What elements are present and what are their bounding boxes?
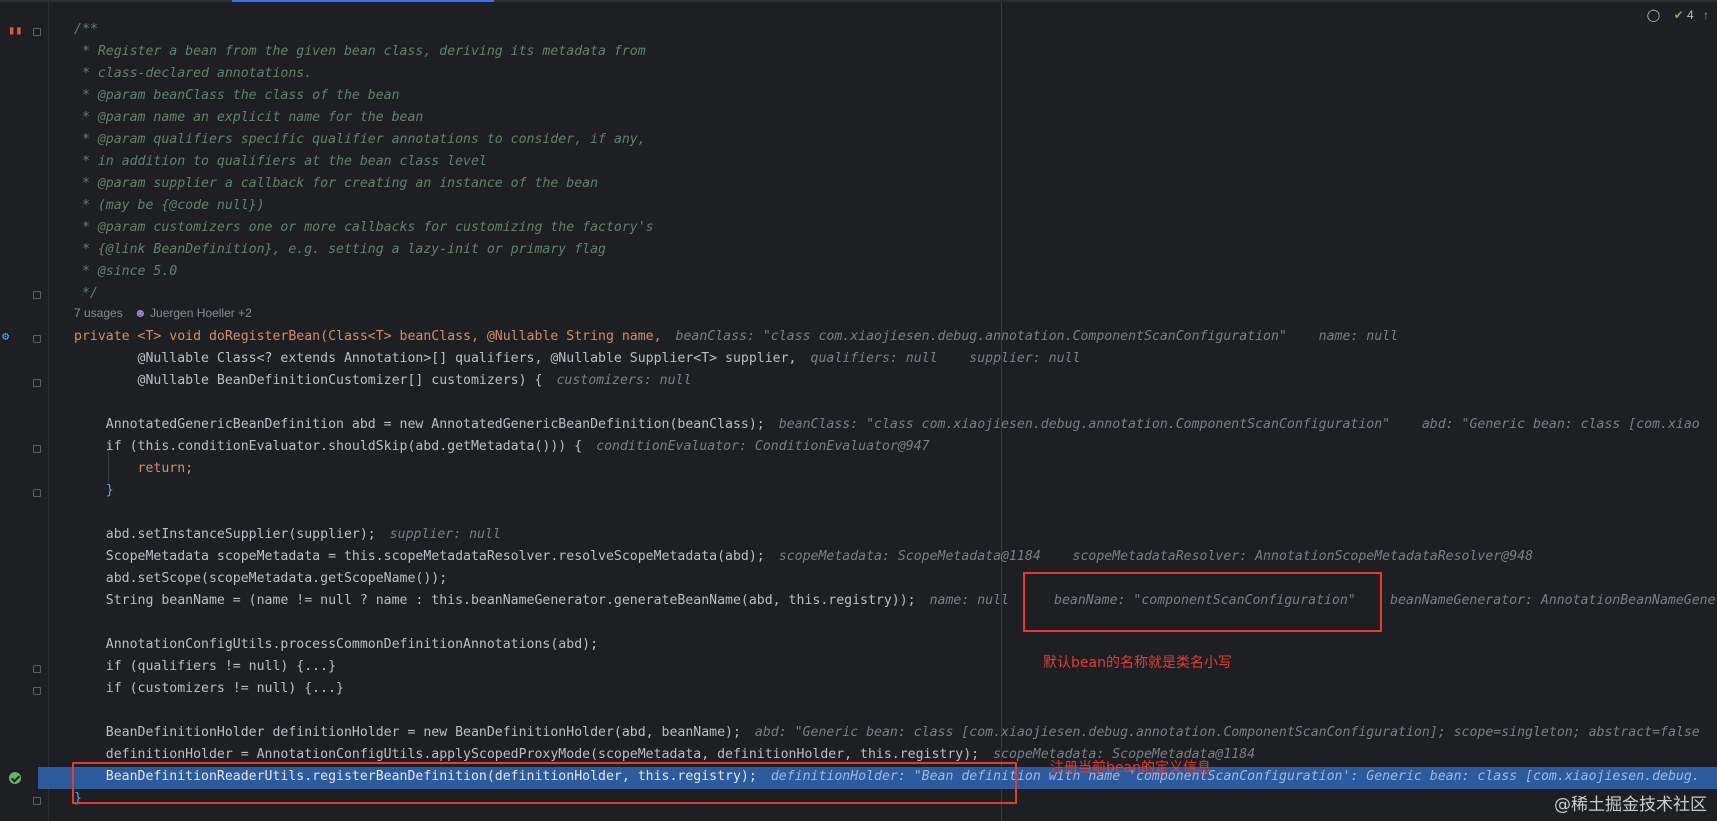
code-line[interactable]: if (qualifiers != null) {...}: [74, 656, 336, 678]
doc-comment-line: * {@link BeanDefinition}, e.g. setting a…: [74, 242, 606, 257]
editor-tab-bar: [0, 0, 1717, 2]
fold-marker[interactable]: [33, 665, 41, 673]
code-line[interactable]: ScopeMetadata scopeMetadata = this.scope…: [74, 546, 1533, 568]
code-line[interactable]: if (customizers != null) {...}: [74, 678, 344, 700]
code-text: AnnotatedGenericBeanDefinition abd = new…: [74, 417, 765, 432]
doc-comment-line: */: [74, 286, 98, 301]
code-text: String beanName = (name != null ? name :…: [74, 593, 916, 608]
code-line[interactable]: BeanDefinitionHolder definitionHolder = …: [74, 722, 1700, 744]
inline-debug-value: name: null: [929, 593, 1009, 608]
code-text: ScopeMetadata scopeMetadata = this.scope…: [74, 549, 765, 564]
editor-gutter[interactable]: [0, 2, 49, 821]
fold-marker[interactable]: [33, 335, 41, 343]
inspections-count: 4: [1686, 8, 1694, 22]
code-line[interactable]: if (this.conditionEvaluator.shouldSkip(a…: [74, 436, 930, 458]
doc-comment-line: * class-declared annotations.: [74, 66, 313, 81]
code-text: definitionHolder = AnnotationConfigUtils…: [74, 747, 980, 762]
doc-comment-line: * @param qualifiers specific qualifier a…: [74, 132, 646, 147]
arrow-up-icon[interactable]: ↑: [1703, 8, 1709, 22]
doc-comment-line: * @param supplier a callback for creatin…: [74, 176, 599, 191]
code-line[interactable]: AnnotationConfigUtils.processCommonDefin…: [74, 634, 598, 656]
authors-icon: ☻: [134, 306, 147, 320]
fold-marker[interactable]: [33, 489, 41, 497]
code-vision-hint[interactable]: 7 usages ☻ Juergen Hoeller +2: [74, 306, 252, 320]
code-line[interactable]: @Nullable Class<? extends Annotation>[] …: [74, 348, 1081, 370]
code-line[interactable]: abd.setInstanceSupplier(supplier); suppli…: [74, 524, 501, 546]
code-line[interactable]: private <T> void doRegisterBean(Class<T>…: [74, 326, 1398, 348]
fold-marker[interactable]: [33, 291, 41, 299]
doc-comment-line: * @since 5.0: [74, 264, 178, 279]
inline-debug-value: beanClass: "class com.xiaojiesen.debug.a…: [675, 329, 1399, 344]
code-line[interactable]: }: [74, 480, 114, 502]
inline-debug-value: qualifiers: null supplier: null: [810, 351, 1081, 366]
fold-marker[interactable]: [33, 687, 41, 695]
doc-comment-line: * @param customizers one or more callbac…: [74, 220, 654, 235]
doc-comment-line: * @param name an explicit name for the b…: [74, 110, 424, 125]
check-icon: ✔: [1673, 8, 1684, 22]
inline-debug-value: beanNameGenerator: AnnotationBeanNameGen…: [1390, 593, 1716, 608]
fold-marker[interactable]: [33, 379, 41, 387]
code-text: abd.setInstanceSupplier(supplier);: [74, 527, 376, 542]
inline-debug-value: abd: "Generic bean: class [com.xiaojiese…: [754, 725, 1700, 740]
code-line[interactable]: return;: [74, 458, 194, 480]
inline-debug-value: customizers: null: [556, 373, 692, 388]
code-text: if (this.conditionEvaluator.shouldSkip(a…: [74, 439, 583, 454]
reader-mode-icon[interactable]: ◯: [1647, 8, 1660, 22]
inline-debug-value: beanClass: "class com.xiaojiesen.debug.a…: [778, 417, 1700, 432]
code-text: private <T> void doRegisterBean(Class<T>…: [74, 329, 662, 344]
annotation-box-beanname: [1023, 572, 1382, 632]
doc-comment-line: * in addition to qualifiers at the bean …: [74, 154, 487, 169]
code-text: @Nullable BeanDefinitionCustomizer[] cus…: [74, 373, 543, 388]
inspections-widget[interactable]: ◯ ✔ 4 ↑: [1647, 8, 1709, 22]
code-line[interactable]: String beanName = (name != null ? name :…: [74, 590, 1009, 612]
watermark: @稀土掘金技术社区: [1554, 795, 1707, 815]
doc-comment-line: * Register a bean from the given bean cl…: [74, 44, 646, 59]
doc-comment-line: /**: [74, 22, 98, 37]
fold-marker[interactable]: [33, 797, 41, 805]
inline-debug-value: supplier: null: [389, 527, 501, 542]
annotation-note-beanname: 默认bean的名称就是类名小写: [1043, 655, 1232, 671]
code-line[interactable]: @Nullable BeanDefinitionCustomizer[] cus…: [74, 370, 692, 392]
inline-debug-value: scopeMetadata: ScopeMetadata@1184 scopeM…: [778, 549, 1534, 564]
doc-comment-line: * (may be {@code null}): [74, 198, 265, 213]
usages-link[interactable]: 7 usages: [74, 306, 123, 320]
code-text: BeanDefinitionHolder definitionHolder = …: [74, 725, 741, 740]
inline-debug-value: conditionEvaluator: ConditionEvaluator@9…: [596, 439, 930, 454]
fold-marker[interactable]: [33, 28, 41, 36]
annotation-note-register: 注册当前bean的定义信息: [1050, 760, 1211, 776]
code-line[interactable]: abd.setScope(scopeMetadata.getScopeName(…: [74, 568, 447, 590]
code-text: @Nullable Class<? extends Annotation>[] …: [74, 351, 797, 366]
doc-comment-line: * @param beanClass the class of the bean: [74, 88, 400, 103]
right-margin-guide: [1001, 2, 1002, 821]
bookmark-icon[interactable]: ▮▮: [8, 24, 22, 36]
fold-marker[interactable]: [33, 445, 41, 453]
code-line[interactable]: AnnotatedGenericBeanDefinition abd = new…: [74, 414, 1700, 436]
annotation-box-register: [72, 762, 1017, 804]
authors-link[interactable]: Juergen Hoeller +2: [150, 306, 252, 320]
execution-point-icon[interactable]: [9, 772, 21, 784]
active-tab-indicator: [232, 0, 494, 2]
debug-marker-icon[interactable]: ⚙: [2, 330, 9, 342]
